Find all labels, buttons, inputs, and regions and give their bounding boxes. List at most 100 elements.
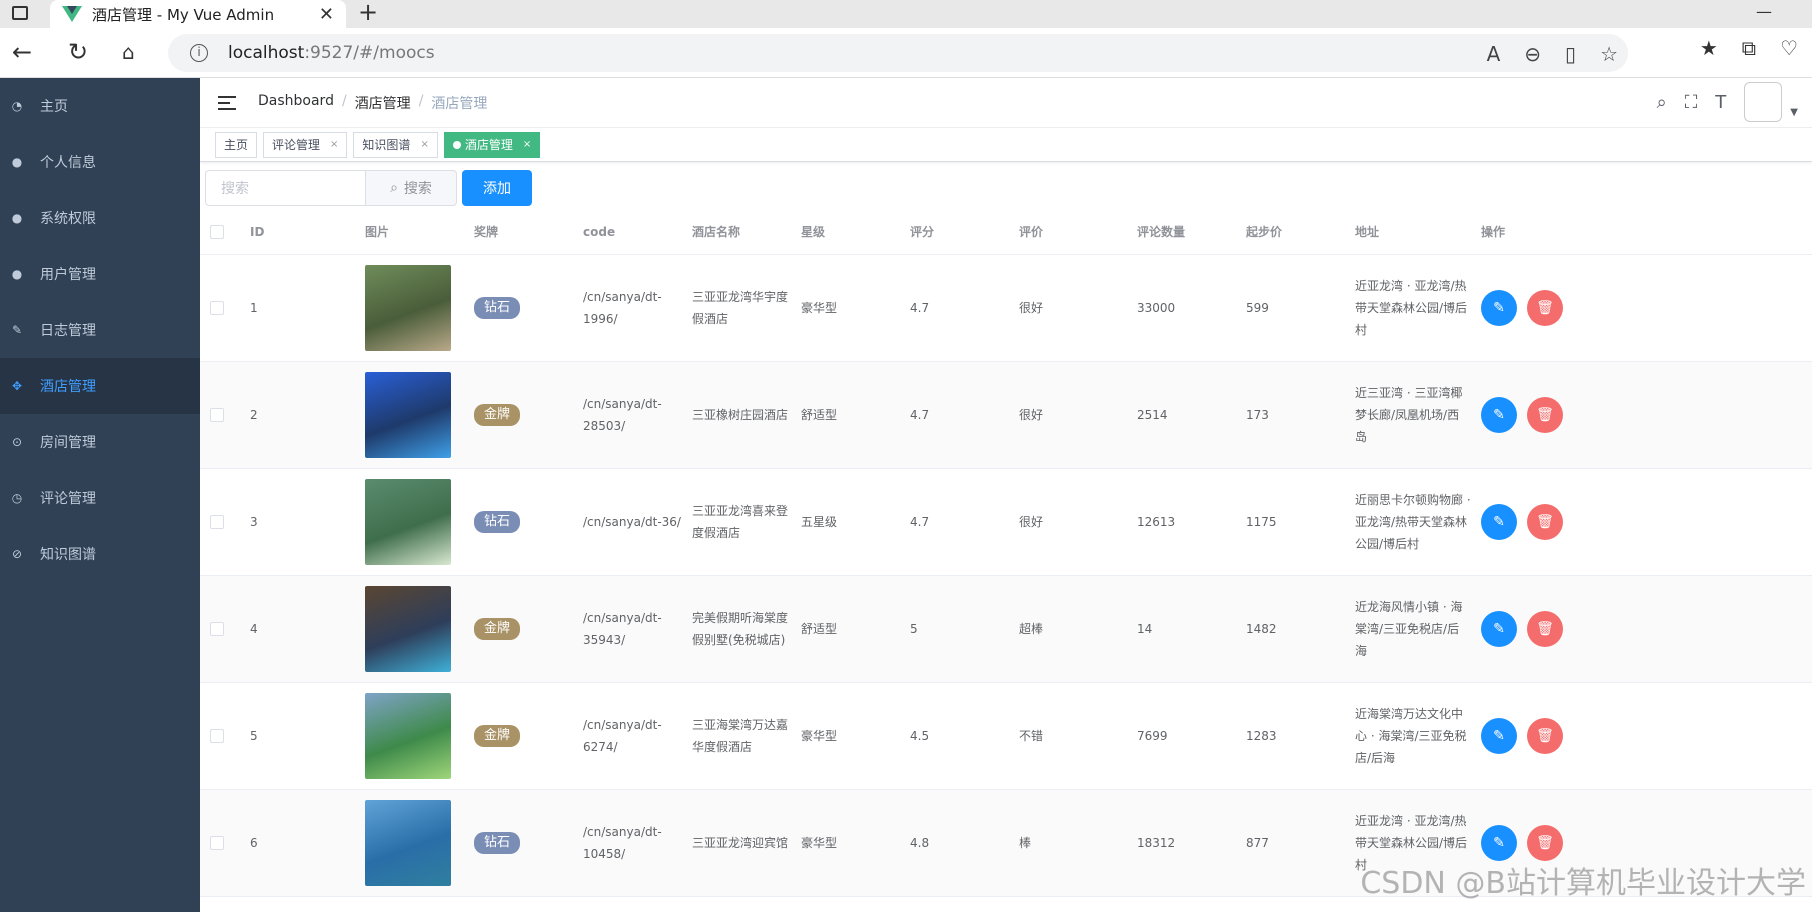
tag-label: 主页	[224, 138, 249, 152]
add-button[interactable]: 添加	[462, 170, 532, 206]
table-row[interactable]: 2 金牌/cn/sanya/dt-28503/三亚橡树庄园酒店 舒适型 4.7 很好 25…	[200, 361, 1812, 469]
hotel-table: ID 图片 奖牌 code 酒店名称 星级 评分 评价 评论数量 起步价 地址 …	[200, 210, 1812, 897]
tab-close-icon[interactable]: ✕	[319, 4, 334, 25]
search-button[interactable]: ⌕ 搜索	[365, 170, 457, 206]
row-checkbox[interactable]	[210, 407, 224, 422]
actions-cell: ✎ 🗑	[1471, 468, 1812, 576]
avatar[interactable]	[1744, 82, 1783, 122]
window-icon[interactable]	[12, 6, 28, 20]
image-cell	[355, 468, 464, 576]
font-size-icon[interactable]: T	[1715, 92, 1726, 113]
delete-button[interactable]: 🗑	[1527, 396, 1563, 433]
column-header: 评价	[1009, 210, 1127, 255]
image-cell	[355, 361, 464, 469]
split-screen-icon[interactable]: ▯	[1565, 42, 1576, 66]
sidebar-item-rooms[interactable]: ⊙ 房间管理	[0, 414, 200, 470]
delete-button[interactable]: 🗑	[1527, 503, 1563, 540]
price-cell: 1482	[1236, 575, 1345, 683]
sidebar-item-label: 用户管理	[40, 267, 96, 283]
browser-tab[interactable]: 酒店管理 - My Vue Admin ✕	[50, 0, 346, 28]
delete-button[interactable]: 🗑	[1527, 717, 1563, 754]
table-row[interactable]: 4 金牌/cn/sanya/dt-35943/完美假期听海棠度假别墅(免税城店) 舒…	[200, 575, 1812, 683]
close-icon[interactable]: ×	[420, 139, 428, 150]
sidebar-item-knowledge-graph[interactable]: ⊘ 知识图谱	[0, 526, 200, 582]
edit-button[interactable]: ✎	[1481, 396, 1517, 433]
row-checkbox[interactable]	[210, 514, 224, 529]
table-header-row: ID 图片 奖牌 code 酒店名称 星级 评分 评价 评论数量 起步价 地址 …	[200, 210, 1812, 255]
medal-badge: 金牌	[474, 725, 521, 747]
compass-icon: ⊘	[11, 547, 23, 561]
tag-knowledge-graph[interactable]: 知识图谱 ×	[353, 131, 438, 158]
sidebar-item-logs[interactable]: ✎ 日志管理	[0, 302, 200, 358]
delete-button[interactable]: 🗑	[1527, 289, 1563, 326]
row-checkbox[interactable]	[210, 728, 224, 743]
breadcrumb-separator: /	[341, 92, 347, 109]
sidebar: ◔ 主页 ● 个人信息 ● 系统权限 ● 用户管理 ✎ 日志管理 ✥ 酒店管理 ⊙ 房间管理 …	[0, 78, 200, 912]
home-icon[interactable]: ⌂	[122, 38, 135, 66]
table-row[interactable]: 1 钻石/cn/sanya/dt-1996/三亚亚龙湾华宇度假酒店 豪华型 4.7 很好…	[200, 254, 1812, 362]
address-cell: 近龙海风情小镇 · 海棠湾/三亚免税店/后海	[1345, 575, 1471, 683]
breadcrumb-dashboard[interactable]: Dashboard	[258, 93, 334, 113]
search-icon: ⌕	[390, 180, 398, 196]
health-icon[interactable]: ♡	[1780, 36, 1798, 60]
header-checkbox-cell	[200, 210, 240, 255]
row-checkbox[interactable]	[210, 835, 224, 850]
medal-cell: 金牌	[464, 682, 573, 790]
edit-button[interactable]: ✎	[1481, 717, 1517, 754]
right-menu: ⌕ ⛶ T ▼	[1657, 82, 1798, 122]
collections-icon[interactable]: ⧉	[1742, 36, 1756, 60]
back-icon[interactable]: ←	[12, 38, 32, 66]
new-tab-icon[interactable]: +	[358, 0, 378, 24]
edit-button[interactable]: ✎	[1481, 610, 1517, 647]
sidebar-item-comments[interactable]: ◷ 评论管理	[0, 470, 200, 526]
tag-label: 知识图谱	[362, 138, 411, 152]
hotel-name-cell: 三亚亚龙湾迎宾馆	[682, 789, 791, 897]
close-icon[interactable]: ×	[330, 139, 338, 150]
minimize-icon[interactable]: —	[1756, 2, 1772, 21]
edit-button[interactable]: ✎	[1481, 503, 1517, 540]
favorite-star-icon[interactable]: ☆	[1600, 42, 1618, 66]
close-icon[interactable]: ×	[523, 139, 531, 150]
info-icon[interactable]: i	[190, 44, 208, 62]
table-row[interactable]: 3 钻石/cn/sanya/dt-36/三亚亚龙湾喜来登度假酒店 五星级 4.7 很好 1…	[200, 468, 1812, 576]
column-header: 操作	[1471, 210, 1812, 255]
search-icon[interactable]: ⌕	[1657, 92, 1667, 113]
fullscreen-icon[interactable]: ⛶	[1685, 92, 1698, 113]
sidebar-item-users[interactable]: ● 用户管理	[0, 246, 200, 302]
url-field[interactable]: i localhost:9527/#/moocs A ⊖ ▯ ☆	[168, 34, 1628, 72]
hamburger-icon[interactable]	[218, 95, 236, 110]
trash-icon: 🗑	[1536, 727, 1554, 744]
table-row[interactable]: 5 金牌/cn/sanya/dt-6274/三亚海棠湾万达嘉华度假酒店 豪华型 4.5…	[200, 682, 1812, 790]
delete-button[interactable]: 🗑	[1527, 824, 1563, 861]
read-aloud-icon[interactable]: A	[1487, 42, 1501, 66]
sidebar-item-hotels[interactable]: ✥ 酒店管理	[0, 358, 200, 414]
tag-home[interactable]: 主页	[215, 131, 258, 158]
column-header[interactable]: ID	[240, 210, 355, 255]
zoom-out-icon[interactable]: ⊖	[1524, 42, 1541, 66]
favorites-icon[interactable]: ★	[1700, 36, 1718, 60]
edit-button[interactable]: ✎	[1481, 289, 1517, 326]
search-button-label: 搜索	[403, 181, 432, 197]
tag-comments[interactable]: 评论管理 ×	[263, 131, 348, 158]
user-lock-icon: ●	[11, 211, 23, 225]
sidebar-item-profile[interactable]: ● 个人信息	[0, 134, 200, 190]
row-checkbox[interactable]	[210, 300, 224, 315]
sidebar-item-home[interactable]: ◔ 主页	[0, 78, 200, 134]
row-checkbox[interactable]	[210, 621, 224, 636]
edit-button[interactable]: ✎	[1481, 824, 1517, 861]
sidebar-item-label: 房间管理	[40, 435, 96, 451]
select-all-checkbox[interactable]	[210, 224, 224, 239]
location-icon: ⊙	[11, 435, 23, 449]
reload-icon[interactable]: ↻	[68, 38, 88, 66]
image-cell	[355, 682, 464, 790]
sidebar-item-permissions[interactable]: ● 系统权限	[0, 190, 200, 246]
search-input[interactable]: 搜索	[205, 170, 365, 206]
delete-button[interactable]: 🗑	[1527, 610, 1563, 647]
actions-cell: ✎ 🗑	[1471, 575, 1812, 683]
column-header: 评分	[900, 210, 1009, 255]
breadcrumb-hotel-parent[interactable]: 酒店管理	[355, 93, 411, 113]
tag-hotels[interactable]: 酒店管理 ×	[443, 131, 541, 158]
column-header: 星级	[791, 210, 900, 255]
sidebar-item-label: 系统权限	[40, 211, 96, 227]
caret-down-icon[interactable]: ▼	[1790, 107, 1798, 118]
